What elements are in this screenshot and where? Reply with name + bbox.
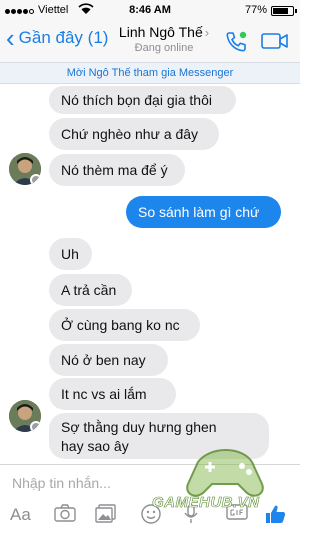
chevron-right-icon: › [204,25,210,40]
phone-icon [226,31,247,52]
message-input[interactable]: Nhập tin nhắn... [12,475,111,491]
message-text: So sánh làm gì chứ [138,203,260,220]
battery-icon [271,6,297,16]
camera-icon[interactable] [53,503,77,528]
battery-level-fill [273,8,288,14]
gallery-icon[interactable] [94,503,118,528]
message-text: Nó thèm ma để ý [61,161,168,178]
messenger-badge-icon [30,421,41,432]
message-bubble-incoming[interactable]: Uh [49,238,92,270]
chevron-left-icon: ‹ [6,23,15,53]
message-bubble-incoming[interactable]: Ở cùng bang ko nc [49,309,200,341]
message-text: Uh [61,245,79,262]
gamehub-watermark-logo [186,449,264,497]
voice-call-button[interactable] [224,30,248,59]
message-text: Nó thích bọn đại gia thôi [61,91,212,108]
invite-to-messenger-banner[interactable]: Mời Ngô Thế tham gia Messenger [0,62,300,84]
status-bar: Viettel 8:46 AM 77% [0,0,300,20]
video-call-button[interactable] [260,31,290,56]
battery-percent: 77% [244,4,267,16]
video-camera-icon [261,33,288,49]
back-button-label: Gần đây (1) [18,28,109,47]
message-text: A trả cần [61,281,117,298]
messenger-badge-icon [30,174,41,185]
contact-avatar[interactable] [9,153,41,185]
message-bubble-incoming[interactable]: Chứ nghèo như a đây [49,118,219,150]
conversation-header: ‹ Gần đây (1) Linh Ngô Thế › Đang online [0,20,300,62]
message-text-line: Sợ thằng duy hưng ghen [61,419,217,435]
message-text: Ở cùng bang ko nc [61,316,180,333]
message-bubble-incoming[interactable]: Nó thích bọn đại gia thôi [49,86,236,114]
watermark-text: GAMEHUB.VN [152,494,260,512]
contact-status: Đang online [134,42,194,54]
message-text: Nó ở ben nay [61,351,146,368]
message-text: Chứ nghèo như a đây [61,125,199,142]
message-bubble-incoming[interactable]: It nc vs ai lắm [49,378,176,410]
back-button[interactable]: ‹ Gần đây (1) [6,23,109,53]
message-bubble-incoming[interactable]: Nó thèm ma để ý [49,154,185,186]
message-bubble-incoming[interactable]: Nó ở ben nay [49,344,168,376]
message-text: It nc vs ai lắm [61,385,147,402]
message-bubble-incoming[interactable]: A trả cần [49,274,132,306]
message-bubble-outgoing[interactable]: So sánh làm gì chứ [126,196,281,228]
text-format-icon[interactable]: Aa [10,505,31,525]
contact-avatar[interactable] [9,400,41,432]
contact-title[interactable]: Linh Ngô Thế › Đang online [112,24,216,54]
contact-name: Linh Ngô Thế [118,24,203,40]
